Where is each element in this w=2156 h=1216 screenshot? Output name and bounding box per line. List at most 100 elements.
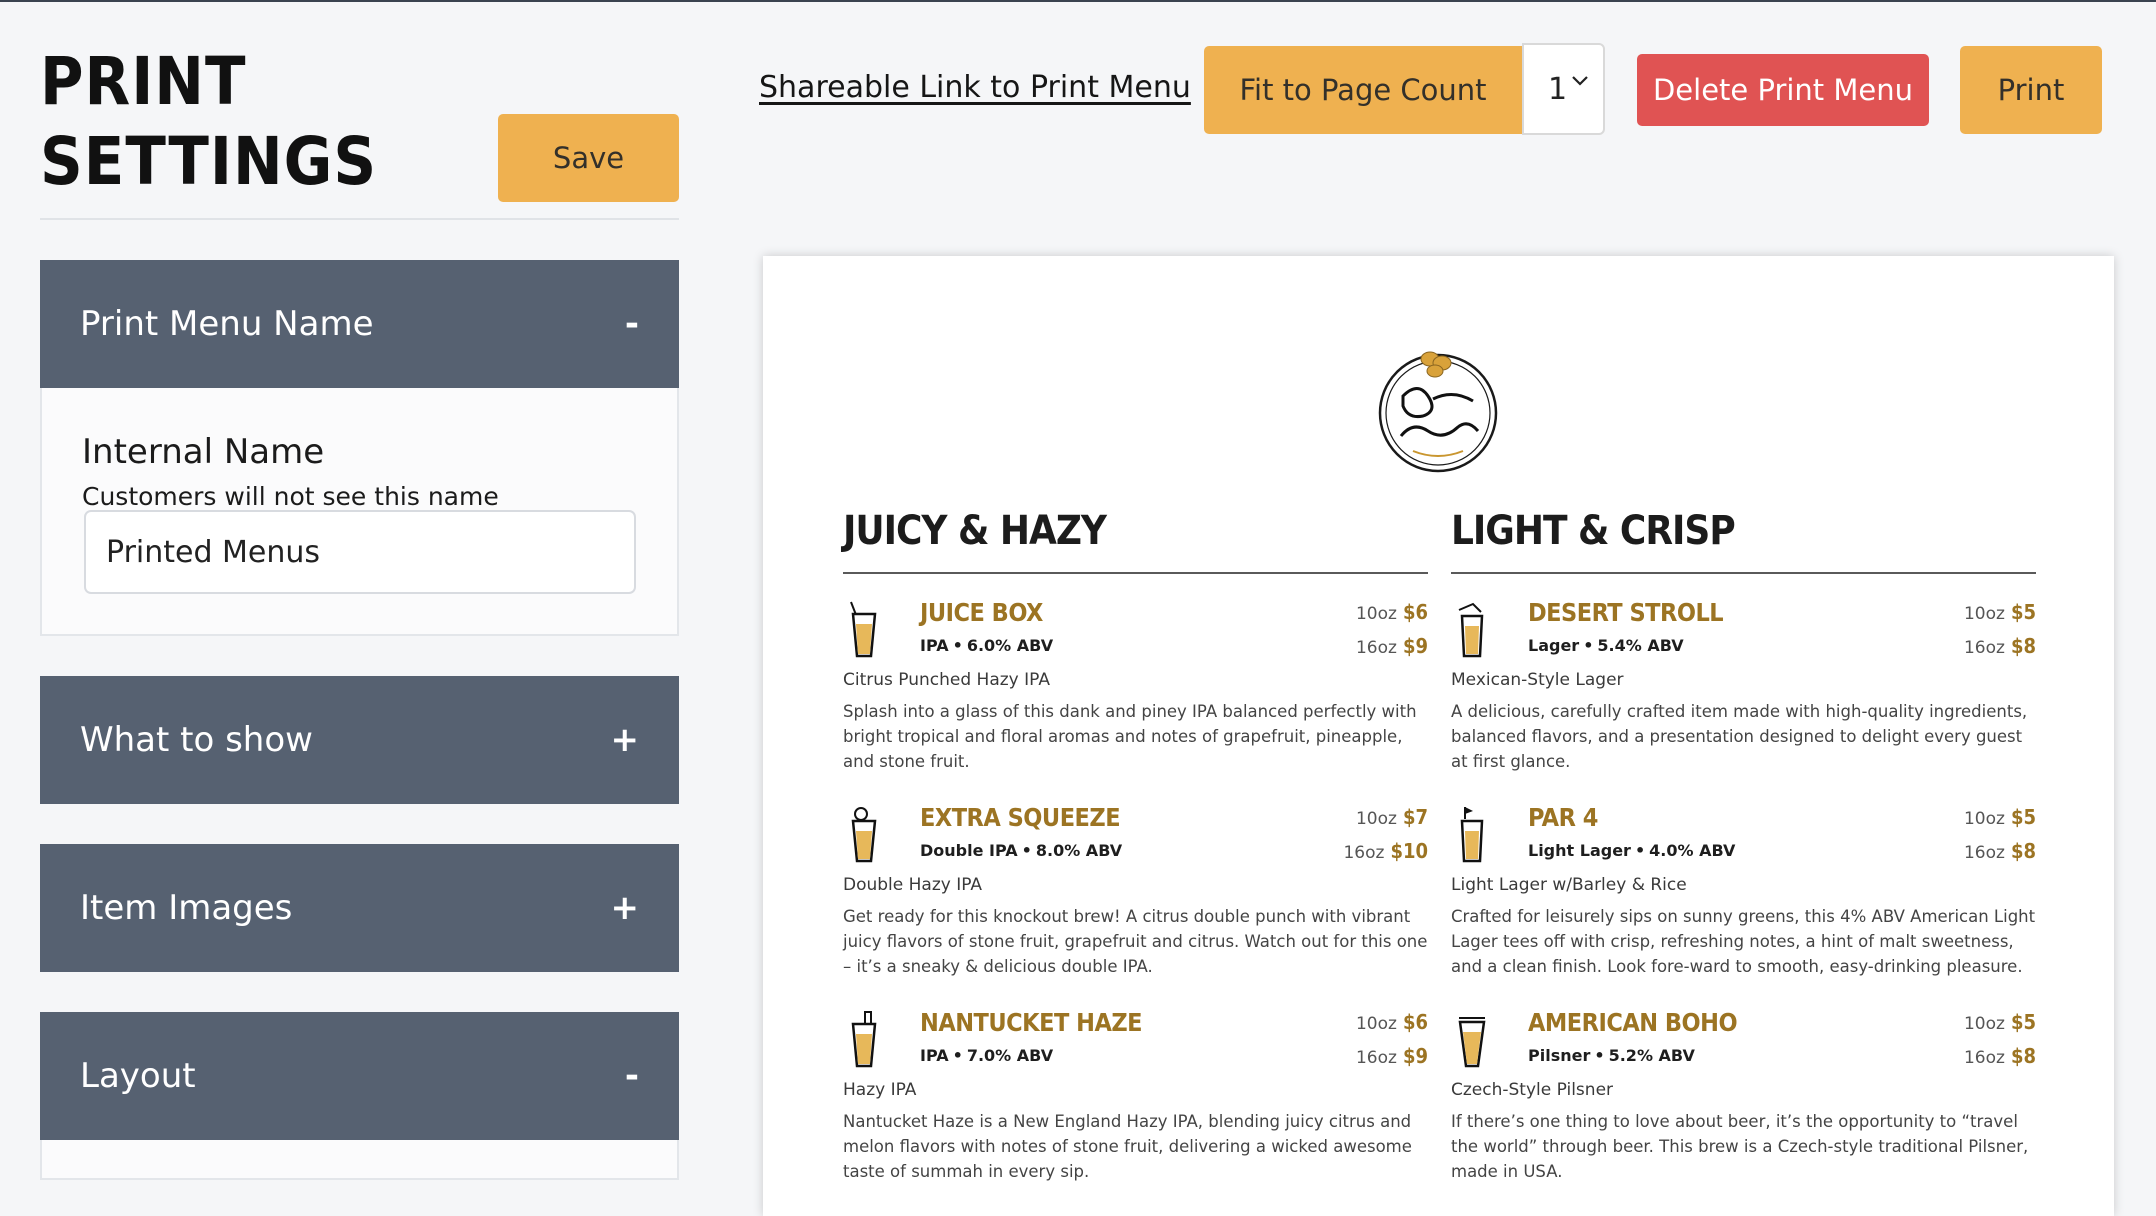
price-row: 10oz $5	[1964, 1010, 2036, 1034]
separator: •	[1594, 1046, 1605, 1065]
category-rule	[843, 572, 1428, 574]
size: 16oz	[1963, 1048, 2005, 1068]
size: 16oz	[1355, 638, 1397, 658]
separator: •	[1583, 636, 1594, 655]
expand-toggle[interactable]: +	[611, 888, 640, 928]
separator: •	[952, 1046, 963, 1065]
item-name: AMERICAN BOHO	[1528, 1008, 1738, 1037]
ipa-glass-icon	[850, 601, 877, 658]
price-row: 16oz $8	[1964, 1044, 2036, 1068]
item-description: Get ready for this knockout brew! A citr…	[843, 907, 1428, 976]
size: 10oz	[1963, 809, 2005, 829]
shareable-link[interactable]: Shareable Link to Print Menu	[759, 70, 1191, 105]
section-layout-body	[40, 1140, 679, 1180]
item-abv: 5.2% ABV	[1608, 1046, 1695, 1065]
price: $9	[1402, 634, 1428, 658]
item-description: A delicious, carefully crafted item made…	[1451, 702, 2028, 771]
price-row: 10oz $5	[1964, 600, 2036, 624]
section-label: Layout	[80, 1056, 196, 1096]
section-label: Print Menu Name	[80, 304, 374, 344]
item-subtitle: Czech-Style Pilsner	[1451, 1080, 1614, 1100]
menu-item: PAR 4 Light Lager • 4.0% ABV 10oz $5 16oz $8…	[1451, 797, 2036, 997]
price: $5	[2010, 805, 2036, 829]
internal-name-input[interactable]	[84, 510, 636, 594]
section-what-to-show-header[interactable]: What to show +	[40, 676, 679, 804]
price-row: 10oz $6	[1356, 600, 1428, 624]
item-meta: Double IPA • 8.0% ABV	[920, 841, 1122, 860]
item-subtitle: Mexican-Style Lager	[1451, 670, 1624, 690]
price: $8	[2010, 634, 2036, 658]
price: $5	[2010, 600, 2036, 624]
item-abv: 7.0% ABV	[966, 1046, 1054, 1065]
item-meta: Light Lager • 4.0% ABV	[1528, 841, 1735, 860]
item-meta: Lager • 5.4% ABV	[1528, 636, 1684, 655]
item-name: PAR 4	[1528, 803, 1598, 832]
print-button[interactable]: Print	[1960, 46, 2102, 134]
size: 16oz	[1963, 638, 2005, 658]
item-style: IPA	[920, 1046, 949, 1065]
section-print-menu-name-header[interactable]: Print Menu Name -	[40, 260, 679, 388]
item-style: Lager	[1528, 636, 1580, 655]
price: $6	[1402, 1010, 1428, 1034]
item-style: Light Lager	[1528, 841, 1631, 860]
size: 10oz	[1355, 809, 1397, 829]
lager-glass-icon	[1458, 602, 1484, 658]
menu-item: NANTUCKET HAZE IPA • 7.0% ABV 10oz $6 16oz $…	[843, 1002, 1428, 1202]
category-title: LIGHT & CRISP	[1451, 508, 1736, 554]
separator: •	[1021, 841, 1032, 860]
collapse-toggle[interactable]: -	[625, 1056, 639, 1096]
item-subtitle: Hazy IPA	[843, 1080, 917, 1100]
item-abv: 8.0% ABV	[1035, 841, 1123, 860]
delete-print-menu-button[interactable]: Delete Print Menu	[1637, 54, 1929, 126]
menu-item: EXTRA SQUEEZE Double IPA • 8.0% ABV 10oz $7…	[843, 797, 1428, 997]
price-row: 16oz $8	[1964, 634, 2036, 658]
top-border	[0, 0, 2156, 2]
page-title-line1: PRINT	[40, 43, 247, 120]
price-row: 16oz $9	[1356, 634, 1428, 658]
size: 10oz	[1963, 604, 2005, 624]
item-name: EXTRA SQUEEZE	[920, 803, 1121, 832]
item-description: Nantucket Haze is a New England Hazy IPA…	[843, 1112, 1412, 1181]
price-row: 16oz $9	[1356, 1044, 1428, 1068]
brewery-logo	[1378, 351, 1498, 473]
section-layout-header[interactable]: Layout -	[40, 1012, 679, 1140]
item-description: Crafted for leisurely sips on sunny gree…	[1451, 907, 2036, 976]
expand-toggle[interactable]: +	[611, 720, 640, 760]
price: $9	[1402, 1044, 1428, 1068]
item-description: Splash into a glass of this dank and pin…	[843, 702, 1417, 771]
category-title: JUICY & HAZY	[843, 508, 1107, 554]
item-meta: IPA • 7.0% ABV	[920, 1046, 1053, 1065]
size: 10oz	[1355, 1014, 1397, 1034]
page-title: PRINT SETTINGS	[40, 42, 460, 202]
price-row: 10oz $7	[1356, 805, 1428, 829]
size: 10oz	[1963, 1014, 2005, 1034]
item-subtitle: Double Hazy IPA	[843, 875, 983, 895]
lager-glass-icon	[1460, 807, 1484, 863]
size: 16oz	[1963, 843, 2005, 863]
internal-name-label: Internal Name	[82, 432, 325, 472]
page-count-value: 1	[1548, 71, 1568, 107]
chevron-down-icon	[1572, 76, 1588, 86]
ipa-glass-icon	[851, 807, 877, 863]
item-description: If there’s one thing to love about beer,…	[1451, 1112, 2029, 1181]
price: $8	[2010, 839, 2036, 863]
save-button[interactable]: Save	[498, 114, 679, 202]
print-preview: JUICY & HAZY LIGHT & CRISP JUICE BOX IPA…	[763, 256, 2114, 1216]
item-abv: 6.0% ABV	[966, 636, 1054, 655]
item-abv: 5.4% ABV	[1597, 636, 1684, 655]
item-style: Double IPA	[920, 841, 1018, 860]
item-style: Pilsner	[1528, 1046, 1591, 1065]
fit-to-page-count-button[interactable]: Fit to Page Count	[1204, 46, 1522, 134]
size: 16oz	[1343, 843, 1385, 863]
separator: •	[1634, 841, 1646, 860]
item-subtitle: Citrus Punched Hazy IPA	[843, 670, 1050, 690]
section-label: What to show	[80, 720, 313, 760]
item-meta: IPA • 6.0% ABV	[920, 636, 1053, 655]
size: 16oz	[1355, 1048, 1397, 1068]
section-print-menu-name-body: Internal Name Customers will not see thi…	[40, 388, 679, 636]
price-row: 10oz $5	[1964, 805, 2036, 829]
collapse-toggle[interactable]: -	[625, 304, 639, 344]
category-rule	[1451, 572, 2036, 574]
section-item-images-header[interactable]: Item Images +	[40, 844, 679, 972]
page-count-select[interactable]: 1	[1522, 43, 1605, 135]
